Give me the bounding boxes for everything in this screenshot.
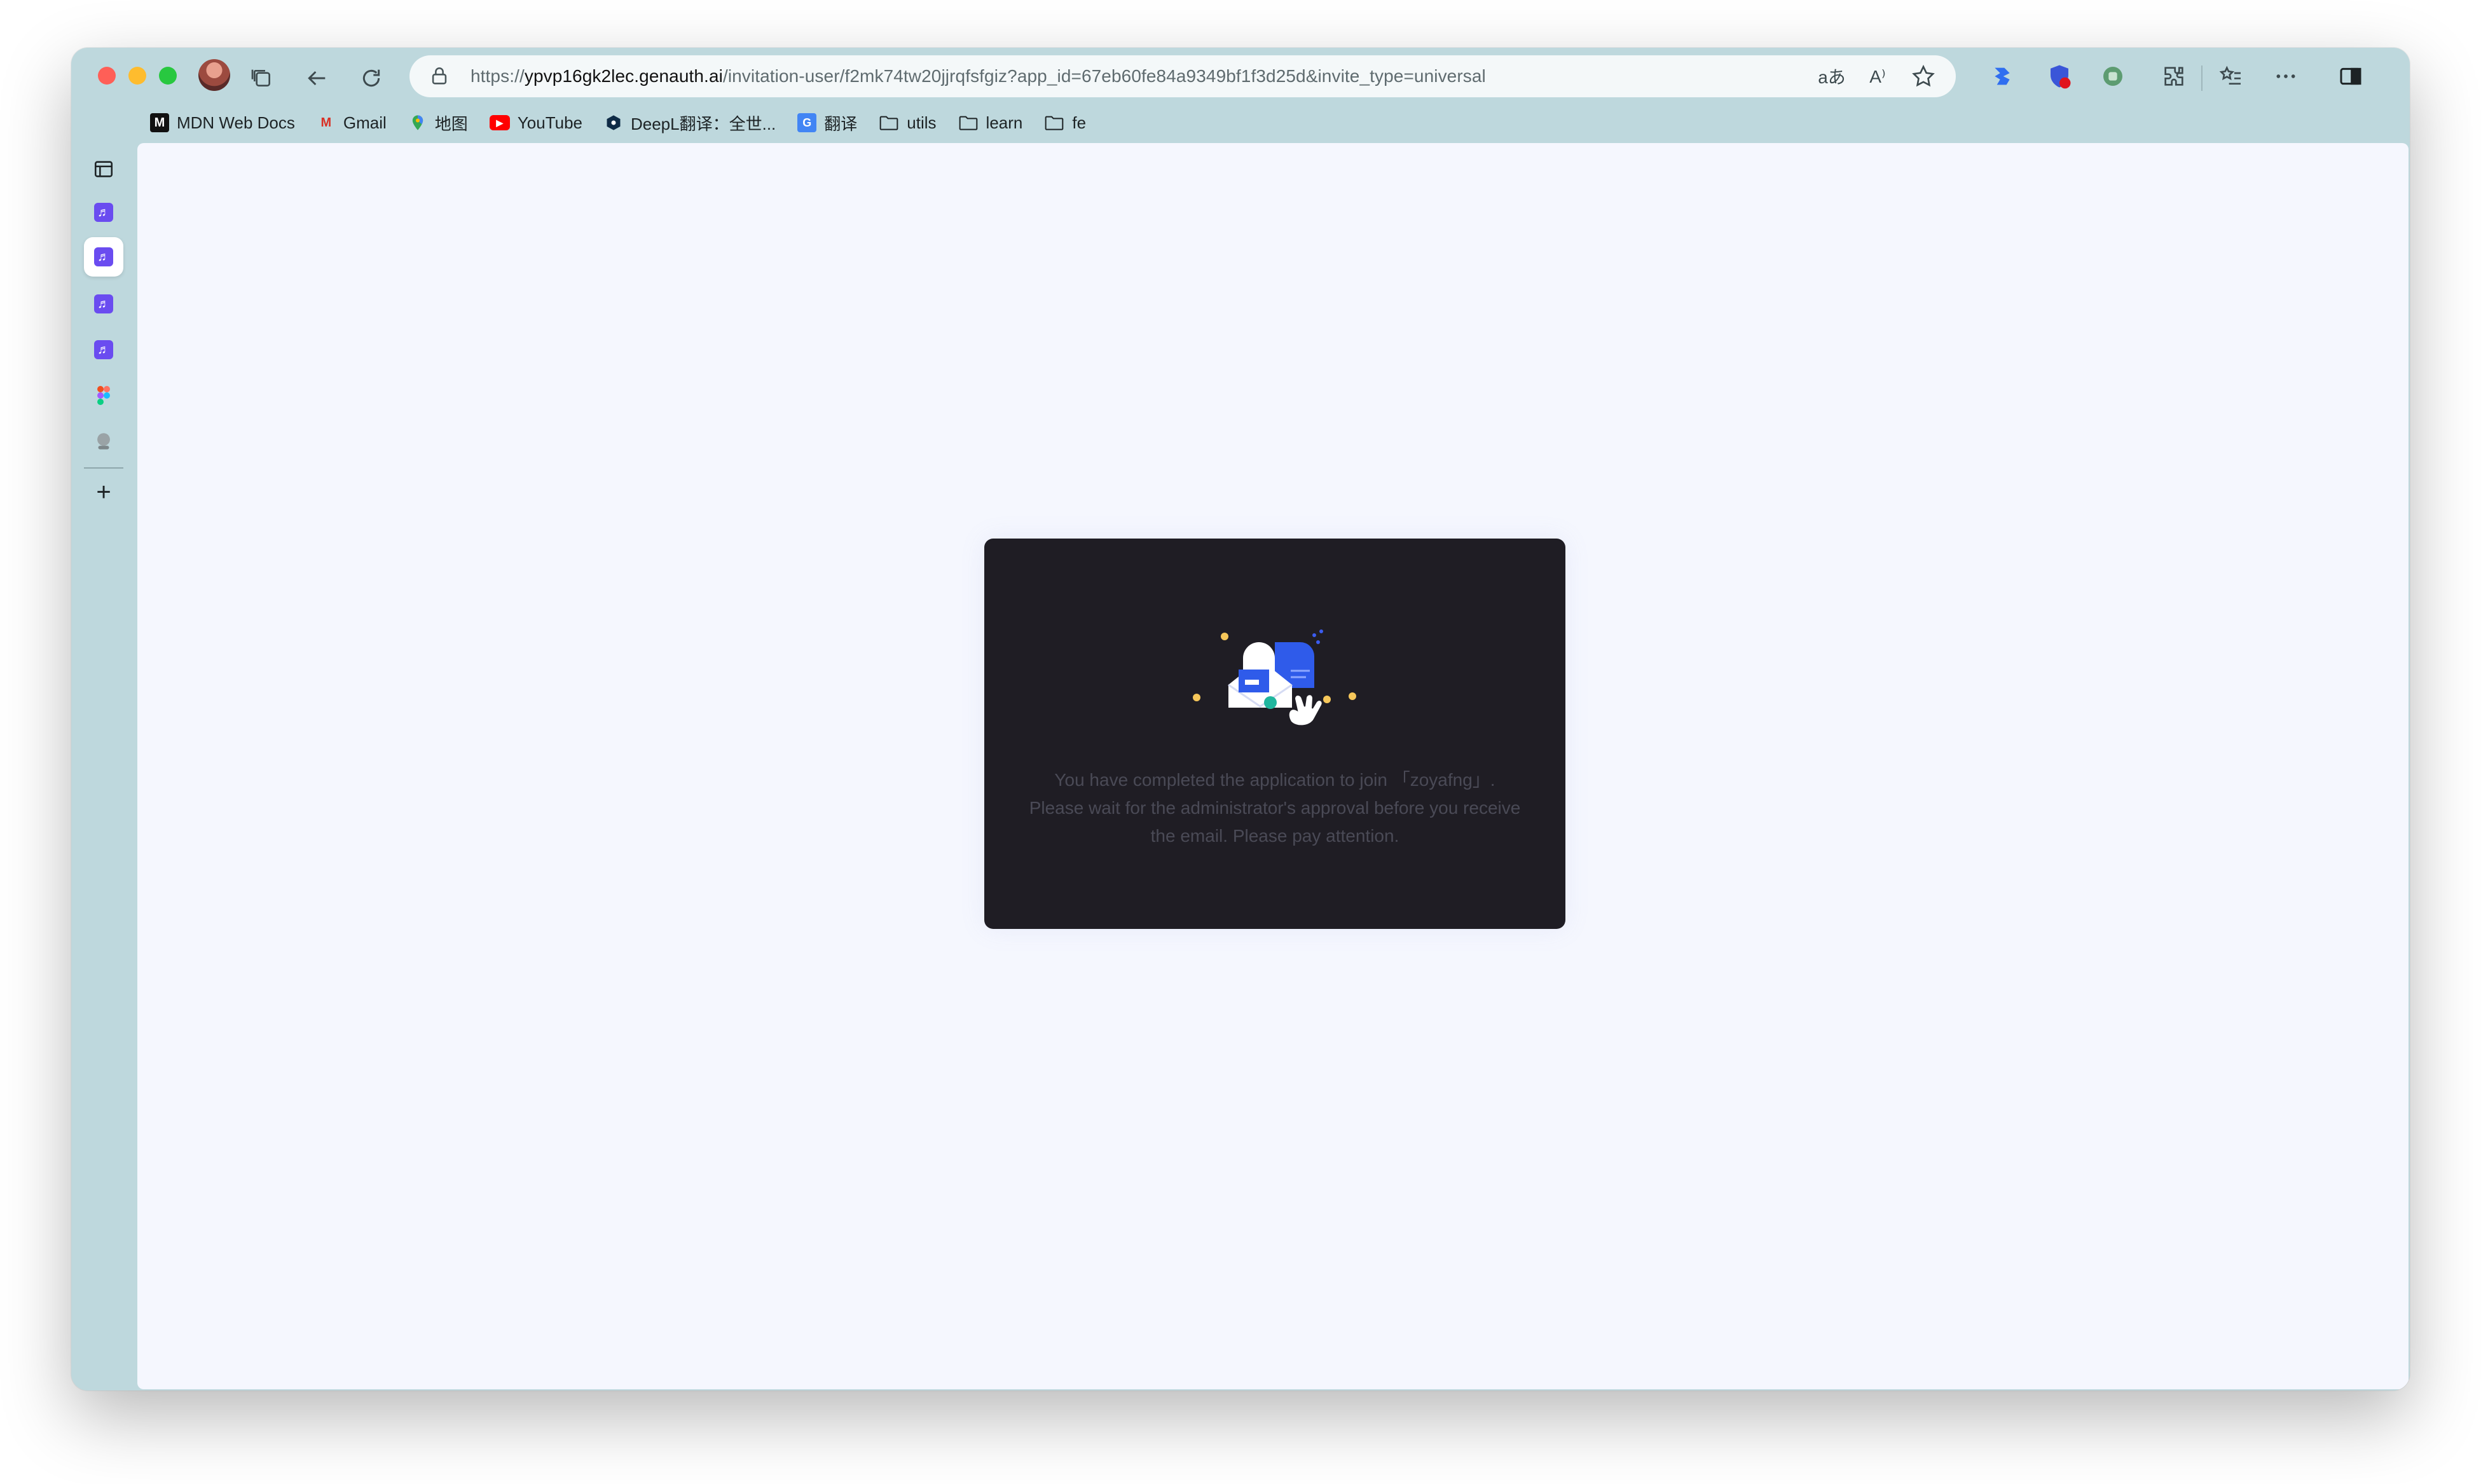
gmail-glyph: M: [320, 115, 332, 130]
bookmark-folder-learn[interactable]: learn: [958, 113, 1023, 133]
deepl-icon: [604, 113, 623, 132]
close-window-button[interactable]: [98, 67, 116, 85]
browser-window: https://ypvp16gk2lec.genauth.ai/invitati…: [71, 48, 2410, 1391]
app-tab-icon: ♬: [94, 247, 113, 266]
message-line-2: Please wait for the administrator's appr…: [1029, 798, 1521, 818]
app-glyph: ♬: [97, 296, 110, 311]
favorites-list-icon[interactable]: [2215, 60, 2247, 92]
favorite-star-icon[interactable]: [1909, 62, 1938, 91]
bookmark-label: MDN Web Docs: [177, 113, 295, 132]
bookmark-translate[interactable]: G 翻译: [797, 111, 857, 135]
minimize-window-button[interactable]: [128, 67, 146, 85]
bookmark-label: learn: [986, 113, 1023, 132]
window-controls: [98, 67, 177, 85]
url-host: ypvp16gk2lec.genauth.ai: [524, 66, 723, 86]
application-submitted-card: You have completed the application to jo…: [984, 539, 1565, 929]
gmail-icon: M: [317, 113, 336, 132]
new-tab-button[interactable]: +: [84, 472, 123, 512]
figma-icon: [97, 386, 110, 405]
folder-icon: [1045, 116, 1064, 130]
bookmark-folder-fe[interactable]: fe: [1044, 113, 1086, 133]
bookmark-gmail[interactable]: M Gmail: [317, 113, 387, 133]
app-glyph: ♬: [97, 205, 110, 219]
bookmark-mdn[interactable]: M MDN Web Docs: [150, 113, 295, 133]
extensions-puzzle-icon[interactable]: [2158, 60, 2190, 92]
extension-shield-icon[interactable]: [2044, 60, 2075, 92]
translate-icon[interactable]: aあ: [1817, 62, 1846, 91]
sidebar-tab-4[interactable]: ♬: [84, 330, 123, 369]
bookmark-deepl[interactable]: DeepL翻译：全世...: [604, 111, 776, 135]
bookmark-label: Gmail: [343, 113, 387, 132]
bookmark-label: YouTube: [517, 113, 582, 132]
translate-glyph: G: [802, 116, 812, 129]
app-tab-icon: ♬: [94, 203, 113, 222]
extension-green-icon[interactable]: [2097, 60, 2129, 92]
bookmark-label: 地图: [434, 114, 468, 134]
folder-icon: [879, 116, 898, 130]
bookmark-label: fe: [1072, 113, 1087, 132]
bookmark-label: utils: [907, 113, 937, 132]
app-tab-icon: ♬: [94, 294, 113, 313]
sidebar-tab-github[interactable]: [84, 422, 123, 461]
bookmark-folder-utils[interactable]: utils: [879, 113, 937, 133]
application-status-message: You have completed the application to jo…: [1003, 766, 1546, 850]
lock-icon[interactable]: [429, 65, 450, 87]
toolbar-divider: [2201, 65, 2203, 91]
sidebar-tab-2-active[interactable]: ♬: [84, 237, 123, 277]
app-glyph: ♬: [97, 249, 110, 264]
app-glyph: ♬: [97, 342, 110, 357]
bookmarks-bar: M MDN Web Docs M Gmail 地图 ▶ YouTube Deep…: [150, 109, 1086, 137]
bookmark-label: DeepL翻译：全世...: [630, 114, 776, 134]
youtube-icon: ▶: [489, 115, 510, 130]
back-arrow-icon[interactable]: [299, 60, 334, 96]
sidebar-tab-1[interactable]: ♬: [84, 193, 123, 232]
url-scheme: https://: [471, 66, 525, 86]
sidebar-tab-3[interactable]: ♬: [84, 284, 123, 324]
folder-icon: [959, 116, 977, 130]
url-text[interactable]: https://ypvp16gk2lec.genauth.ai/invitati…: [471, 66, 1486, 86]
mailbox-illustration: [1193, 629, 1356, 727]
google-translate-icon: G: [797, 113, 817, 132]
sidebar-tab-figma[interactable]: [84, 376, 123, 415]
sidebar-divider: [84, 467, 123, 469]
workspaces-icon[interactable]: [244, 60, 280, 96]
app-tab-icon: ♬: [94, 340, 113, 359]
profile-avatar[interactable]: [198, 59, 230, 91]
bookmark-label: 翻译: [824, 114, 858, 134]
sidebar-toggle-icon[interactable]: [2335, 60, 2367, 92]
read-aloud-glyph: A⁾: [1869, 66, 1886, 86]
mdn-glyph: M: [154, 115, 165, 130]
tab-actions-icon[interactable]: [84, 149, 123, 189]
translate-glyph: aあ: [1818, 67, 1846, 87]
message-line-1: You have completed the application to jo…: [1054, 770, 1495, 790]
more-menu-icon[interactable]: [2270, 60, 2302, 92]
maps-pin-icon: [408, 113, 427, 132]
url-path: /invitation-user/f2mk74tw20jjrqfsfgiz?ap…: [722, 66, 1486, 86]
mdn-icon: M: [150, 113, 169, 132]
bookmark-youtube[interactable]: ▶ YouTube: [489, 113, 582, 133]
refresh-icon[interactable]: [354, 60, 389, 96]
address-bar[interactable]: https://ypvp16gk2lec.genauth.ai/invitati…: [409, 55, 1956, 97]
zoom-window-button[interactable]: [159, 67, 177, 85]
plus-icon: +: [96, 477, 111, 506]
bookmark-maps[interactable]: 地图: [408, 111, 468, 135]
page-content: You have completed the application to jo…: [137, 143, 2409, 1389]
extension-blue-icon[interactable]: [1986, 60, 2018, 92]
github-icon: [97, 433, 110, 450]
youtube-glyph: ▶: [496, 117, 504, 128]
read-aloud-icon[interactable]: A⁾: [1863, 62, 1892, 91]
message-line-3: the email. Please pay attention.: [1150, 826, 1399, 846]
